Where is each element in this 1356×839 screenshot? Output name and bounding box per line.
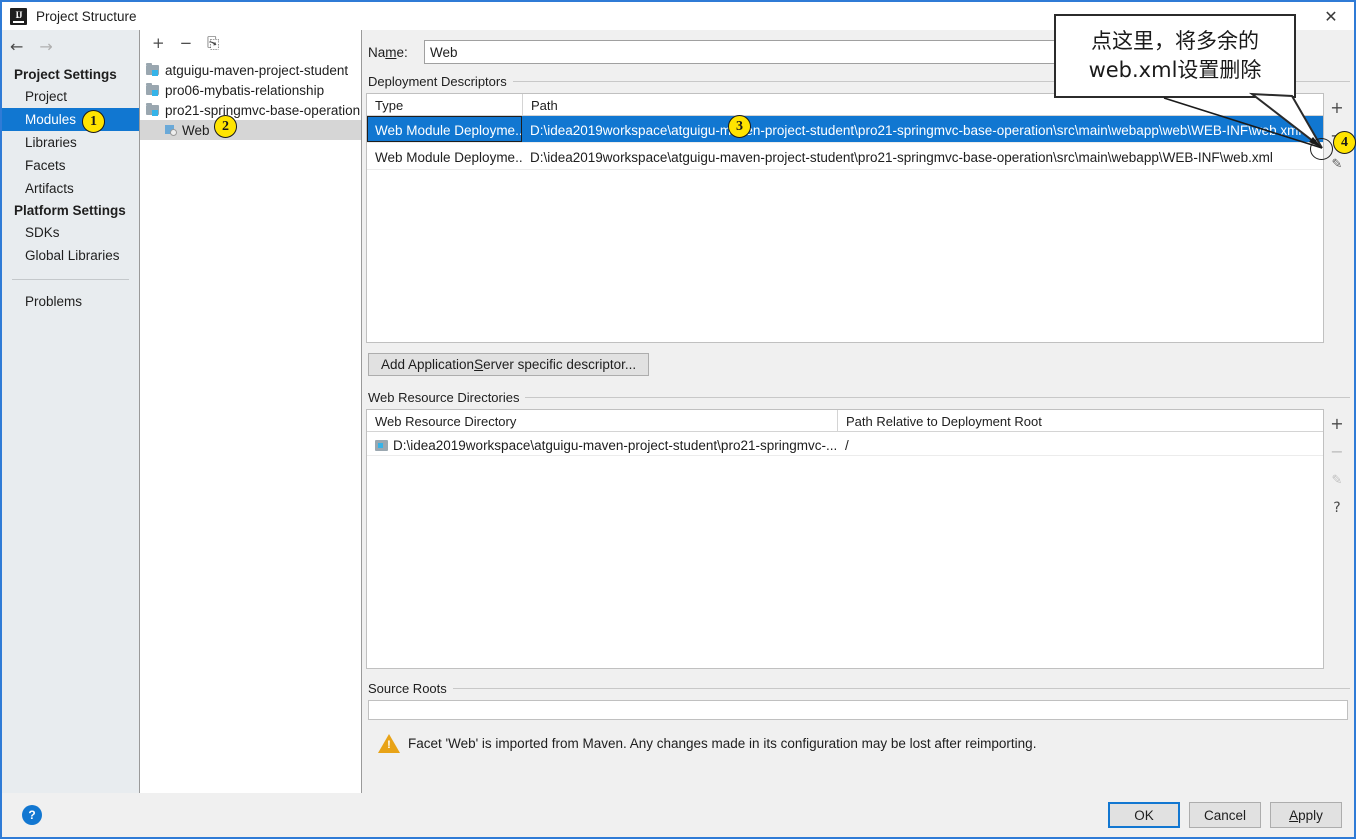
- web-resource-directories-block: Web Resource Directory Path Relative to …: [366, 409, 1350, 669]
- help-icon[interactable]: ?: [22, 805, 42, 825]
- deployment-descriptors-table: Type Path Web Module Deployme... D:\idea…: [366, 93, 1324, 343]
- column-header-web-resource-directory[interactable]: Web Resource Directory: [367, 410, 837, 431]
- back-arrow-icon[interactable]: ←: [10, 39, 23, 55]
- group-rule: [452, 688, 1350, 689]
- cancel-button[interactable]: Cancel: [1189, 802, 1261, 828]
- footer-buttons: OK Cancel Apply: [1108, 802, 1342, 828]
- sidebar-item-project[interactable]: Project: [2, 85, 139, 108]
- modules-tree-panel: + − ⎘ atguigu-maven-project-student pro0…: [140, 30, 362, 793]
- sidebar-item-modules[interactable]: Modules: [2, 108, 139, 131]
- annotation-badge-3: 3: [728, 115, 751, 138]
- sidebar-item-global-libraries[interactable]: Global Libraries: [2, 244, 139, 267]
- cell-path: D:\idea2019workspace\atguigu-maven-proje…: [522, 116, 1323, 142]
- source-roots-group-header: Source Roots: [368, 681, 1350, 696]
- sidebar-divider: [12, 279, 129, 280]
- remove-web-resource-icon[interactable]: −: [1326, 441, 1348, 463]
- folder-icon: [375, 439, 388, 451]
- deployment-descriptors-title: Deployment Descriptors: [368, 74, 507, 89]
- cell-type: Web Module Deployme...: [375, 150, 522, 165]
- dialog-footer: ? OK Cancel Apply: [2, 793, 1354, 837]
- callout-line-2: web.xml设置删除: [1088, 58, 1262, 82]
- cell-web-resource-directory: D:\idea2019workspace\atguigu-maven-proje…: [367, 432, 837, 455]
- web-resource-directories-group-header: Web Resource Directories: [368, 390, 1350, 405]
- add-web-resource-icon[interactable]: +: [1326, 413, 1348, 435]
- window-title: Project Structure: [36, 8, 137, 24]
- source-roots-field[interactable]: [368, 700, 1348, 720]
- copy-module-icon[interactable]: ⎘: [207, 35, 219, 51]
- sidebar-item-artifacts[interactable]: Artifacts: [2, 177, 139, 200]
- edit-web-resource-icon[interactable]: ✎: [1326, 469, 1348, 491]
- table-row[interactable]: Web Module Deployme... D:\idea2019worksp…: [367, 116, 1323, 143]
- tree-node-module[interactable]: atguigu-maven-project-student: [140, 60, 361, 80]
- tree-node-module[interactable]: pro06-mybatis-relationship: [140, 80, 361, 100]
- add-module-icon[interactable]: +: [152, 35, 165, 51]
- sidebar-item-sdks[interactable]: SDKs: [2, 221, 139, 244]
- name-label: Name:: [368, 44, 408, 60]
- warning-triangle-icon: [378, 734, 400, 753]
- apply-button[interactable]: Apply: [1270, 802, 1342, 828]
- annotation-badge-4: 4: [1333, 131, 1356, 154]
- warning-text: Facet 'Web' is imported from Maven. Any …: [408, 736, 1037, 751]
- module-folder-icon: [146, 83, 160, 96]
- group-rule: [525, 397, 1350, 398]
- column-header-path-relative[interactable]: Path Relative to Deployment Root: [837, 410, 1323, 431]
- web-resource-directories-table: Web Resource Directory Path Relative to …: [366, 409, 1324, 669]
- callout-line-1: 点这里，将多余的: [1091, 29, 1259, 53]
- maven-import-warning: Facet 'Web' is imported from Maven. Any …: [378, 734, 1350, 753]
- table-row[interactable]: D:\idea2019workspace\atguigu-maven-proje…: [367, 432, 1323, 456]
- forward-arrow-icon[interactable]: →: [39, 39, 52, 55]
- facet-settings-panel: Name: Web Deployment Descriptors Type Pa…: [362, 30, 1354, 793]
- annotation-circle-minus: [1310, 138, 1333, 160]
- modules-tree-toolbar: + − ⎘: [140, 30, 361, 56]
- table-empty-area: [367, 170, 1323, 342]
- sidebar-group-project-settings: Project Settings: [14, 67, 117, 82]
- sidebar-item-facets[interactable]: Facets: [2, 154, 139, 177]
- dialog-body: ← → Project Settings Project Modules Lib…: [2, 30, 1354, 793]
- tree-node-module[interactable]: pro21-springmvc-base-operation: [140, 100, 361, 120]
- tree-node-web-facet[interactable]: Web: [140, 120, 361, 140]
- add-application-server-descriptor-button[interactable]: Add Application Server specific descript…: [368, 353, 650, 376]
- annotation-callout: 点这里，将多余的 web.xml设置删除: [1054, 14, 1296, 98]
- close-icon[interactable]: ✕: [1308, 2, 1354, 30]
- cell-type: Web Module Deployme...: [367, 116, 522, 142]
- column-header-type[interactable]: Type: [367, 94, 522, 115]
- intellij-idea-icon: IJ: [10, 7, 27, 25]
- deployment-descriptors-block: Type Path Web Module Deployme... D:\idea…: [366, 93, 1350, 343]
- table-empty-area: [367, 456, 1323, 668]
- cell-relative-path: /: [845, 437, 849, 453]
- tree-node-label: atguigu-maven-project-student: [165, 62, 349, 78]
- web-resource-directories-toolbar: + − ✎ ?: [1324, 409, 1350, 669]
- tree-node-label: pro06-mybatis-relationship: [165, 82, 325, 98]
- ok-button[interactable]: OK: [1108, 802, 1180, 828]
- nav-arrows: ← →: [2, 30, 139, 64]
- cell-directory-text: D:\idea2019workspace\atguigu-maven-proje…: [393, 437, 837, 453]
- sidebar-group-platform-settings: Platform Settings: [14, 203, 126, 218]
- annotation-badge-2: 2: [214, 115, 237, 138]
- web-resource-directories-title: Web Resource Directories: [368, 390, 520, 405]
- table-row[interactable]: Web Module Deployme... D:\idea2019worksp…: [367, 143, 1323, 170]
- tree-node-label: Web: [182, 122, 210, 138]
- tree-node-label: pro21-springmvc-base-operation: [165, 102, 361, 118]
- table-header: Web Resource Directory Path Relative to …: [367, 410, 1323, 432]
- remove-module-icon[interactable]: −: [180, 35, 193, 51]
- project-structure-dialog: IJ Project Structure ✕ ← → Project Setti…: [0, 0, 1356, 839]
- module-folder-icon: [146, 63, 160, 76]
- web-facet-icon: [164, 124, 178, 137]
- module-folder-icon: [146, 103, 160, 116]
- sidebar-item-libraries[interactable]: Libraries: [2, 131, 139, 154]
- settings-sidebar: ← → Project Settings Project Modules Lib…: [2, 30, 140, 793]
- cell-path: D:\idea2019workspace\atguigu-maven-proje…: [530, 150, 1273, 165]
- annotation-badge-1: 1: [82, 110, 105, 133]
- add-descriptor-icon[interactable]: +: [1326, 97, 1348, 119]
- modules-tree-list: atguigu-maven-project-student pro06-myba…: [140, 56, 361, 140]
- sidebar-item-problems[interactable]: Problems: [2, 290, 139, 313]
- help-web-resource-icon[interactable]: ?: [1326, 497, 1348, 519]
- source-roots-title: Source Roots: [368, 681, 447, 696]
